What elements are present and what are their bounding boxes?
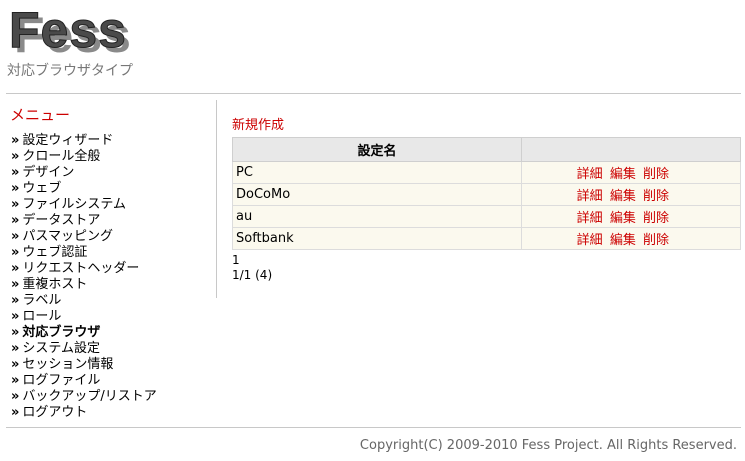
menu-item-path-mapping[interactable]: » パスマッピング [11, 229, 157, 245]
header-divider [6, 93, 741, 94]
pagination-info: 1/1 (4) [232, 268, 273, 282]
row-name: PC [232, 161, 522, 184]
menu-link[interactable]: 対応ブラウザ [22, 325, 100, 340]
menu-link[interactable]: バックアップ/リストア [22, 389, 156, 404]
menu-item-system-settings[interactable]: » システム設定 [11, 341, 157, 357]
footer-divider [6, 427, 741, 428]
delete-link[interactable]: 削除 [643, 233, 669, 248]
menu-link[interactable]: ラベル [22, 293, 61, 308]
menu-item-backup-restore[interactable]: » バックアップ/リストア [11, 389, 157, 405]
menu-link[interactable]: パスマッピング [22, 229, 113, 244]
menu-item-web[interactable]: » ウェブ [11, 181, 157, 197]
delete-link[interactable]: 削除 [643, 211, 669, 226]
menu-link[interactable]: ロール [22, 309, 61, 324]
menu-link[interactable]: セッション情報 [22, 357, 113, 372]
menu-link[interactable]: ファイルシステム [22, 197, 126, 212]
menu-item-request-header[interactable]: » リクエストヘッダー [11, 261, 157, 277]
footer-copyright: Copyright(C) 2009-2010 Fess Project. All… [359, 438, 737, 453]
create-new-link[interactable]: 新規作成 [232, 114, 284, 133]
menu-item-filesystem[interactable]: » ファイルシステム [11, 197, 157, 213]
menu-link[interactable]: データストア [22, 213, 100, 228]
menu-bullet: » [11, 309, 20, 324]
table-row: au 詳細 編集 削除 [232, 205, 741, 228]
detail-link[interactable]: 詳細 [577, 167, 603, 182]
table-row: Softbank 詳細 編集 削除 [232, 227, 741, 250]
detail-link[interactable]: 詳細 [577, 189, 603, 204]
table-row: DoCoMo 詳細 編集 削除 [232, 183, 741, 206]
menu-link[interactable]: リクエストヘッダー [22, 261, 139, 276]
menu-bullet: » [11, 405, 20, 420]
menu-link[interactable]: システム設定 [22, 341, 100, 356]
menu-bullet: » [11, 357, 20, 372]
fess-logo: Fess Fess [9, 2, 154, 62]
delete-link[interactable]: 削除 [643, 189, 669, 204]
table-header-row: 設定名 [232, 137, 741, 162]
sidebar-divider [216, 100, 217, 298]
menu-item-session-info[interactable]: » セッション情報 [11, 357, 157, 373]
menu-bullet: » [11, 213, 20, 228]
menu-bullet: » [11, 277, 20, 292]
menu-link[interactable]: 重複ホスト [22, 277, 87, 292]
column-header-name: 設定名 [232, 137, 522, 162]
menu-list: » 設定ウィザード » クロール全般 » デザイン » ウェブ » ファイルシステム » デ… [11, 133, 157, 421]
browser-type-table: 設定名 PC 詳細 編集 削除 DoCoMo 詳細 編集 削除 au 詳細 編集 [232, 137, 741, 250]
menu-item-crawl-general[interactable]: » クロール全般 [11, 149, 157, 165]
menu-item-label[interactable]: » ラベル [11, 293, 157, 309]
menu-bullet: » [11, 197, 20, 212]
menu-bullet: » [11, 389, 20, 404]
row-name: Softbank [232, 227, 522, 250]
menu-link[interactable]: ウェブ [22, 181, 61, 196]
detail-link[interactable]: 詳細 [577, 211, 603, 226]
menu-bullet: » [11, 133, 20, 148]
menu-bullet: » [11, 373, 20, 388]
logo-text: Fess [9, 2, 127, 58]
menu-item-web-auth[interactable]: » ウェブ認証 [11, 245, 157, 261]
menu-bullet: » [11, 325, 20, 340]
column-header-actions [521, 137, 741, 162]
delete-link[interactable]: 削除 [643, 167, 669, 182]
menu-item-browser-type[interactable]: » 対応ブラウザ [11, 325, 157, 341]
row-name: DoCoMo [232, 183, 522, 206]
edit-link[interactable]: 編集 [610, 211, 636, 226]
edit-link[interactable]: 編集 [610, 189, 636, 204]
menu-bullet: » [11, 245, 20, 260]
menu-item-logout[interactable]: » ログアウト [11, 405, 157, 421]
menu-bullet: » [11, 165, 20, 180]
menu-bullet: » [11, 149, 20, 164]
row-name: au [232, 205, 522, 228]
row-actions: 詳細 編集 削除 [521, 205, 741, 228]
menu-link[interactable]: 設定ウィザード [22, 133, 113, 148]
edit-link[interactable]: 編集 [610, 233, 636, 248]
menu-link[interactable]: ログアウト [22, 405, 87, 420]
row-actions: 詳細 編集 削除 [521, 227, 741, 250]
pagination-page: 1 [232, 253, 240, 267]
menu-link[interactable]: ログファイル [22, 373, 100, 388]
table-row: PC 詳細 編集 削除 [232, 161, 741, 184]
menu-link[interactable]: デザイン [22, 165, 74, 180]
menu-item-overlapping-host[interactable]: » 重複ホスト [11, 277, 157, 293]
menu-item-design[interactable]: » デザイン [11, 165, 157, 181]
menu-link[interactable]: ウェブ認証 [22, 245, 87, 260]
menu-item-role[interactable]: » ロール [11, 309, 157, 325]
menu-link[interactable]: クロール全般 [22, 149, 100, 164]
row-actions: 詳細 編集 削除 [521, 161, 741, 184]
menu-bullet: » [11, 341, 20, 356]
detail-link[interactable]: 詳細 [577, 233, 603, 248]
edit-link[interactable]: 編集 [610, 167, 636, 182]
menu-bullet: » [11, 229, 20, 244]
menu-bullet: » [11, 181, 20, 196]
menu-item-setup-wizard[interactable]: » 設定ウィザード [11, 133, 157, 149]
menu-item-datastore[interactable]: » データストア [11, 213, 157, 229]
menu-item-log-file[interactable]: » ログファイル [11, 373, 157, 389]
page-subtitle: 対応ブラウザタイプ [7, 63, 133, 79]
menu-title: メニュー [10, 106, 71, 124]
menu-bullet: » [11, 261, 20, 276]
menu-bullet: » [11, 293, 20, 308]
row-actions: 詳細 編集 削除 [521, 183, 741, 206]
